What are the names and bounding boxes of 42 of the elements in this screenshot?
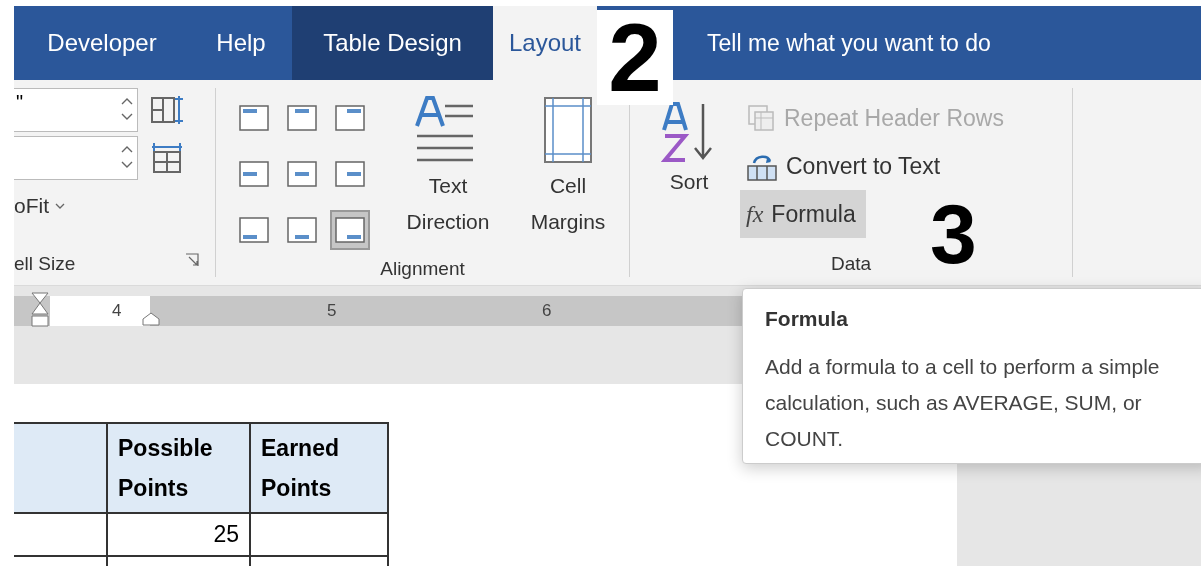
group-label: Alignment xyxy=(379,258,466,280)
ruler-number: 6 xyxy=(542,301,552,321)
align-icon xyxy=(239,105,269,131)
width-field[interactable] xyxy=(14,136,138,180)
table-header-cell: Earned Points xyxy=(250,423,388,513)
ribbon-tab[interactable]: Help xyxy=(190,6,292,80)
align-icon xyxy=(239,217,269,243)
table-header-cell: Possible Points xyxy=(107,423,250,513)
function-icon: fx xyxy=(746,200,764,228)
ruler-number: 5 xyxy=(327,301,337,321)
text-direction-button[interactable]: Text Direction xyxy=(388,88,508,258)
cell-alignment-button[interactable] xyxy=(330,210,370,250)
cell-margins-icon xyxy=(543,96,593,164)
table-cell: 25 xyxy=(107,513,250,556)
align-icon xyxy=(335,161,365,187)
table-icon xyxy=(746,103,776,133)
ribbon-tab[interactable]: Developer xyxy=(14,6,190,80)
tell-me-search[interactable]: Tell me what you want to do xyxy=(707,6,991,80)
ribbon-command[interactable]: Convert to Text xyxy=(740,142,951,190)
ribbon-tab[interactable]: Layout xyxy=(493,6,597,80)
dialog-launcher-icon[interactable] xyxy=(185,253,199,267)
caret-icon xyxy=(55,203,65,209)
ribbon-command[interactable]: fx Formula xyxy=(740,190,866,238)
ruler-number: 4 xyxy=(112,301,122,321)
autofit-menu[interactable]: oFit xyxy=(14,194,49,218)
align-icon xyxy=(335,105,365,131)
align-icon xyxy=(335,217,365,243)
step-number: 2 xyxy=(597,10,673,105)
height-field[interactable]: " xyxy=(14,88,138,132)
align-icon xyxy=(287,217,317,243)
tooltip-text: Add a formula to a cell to perform a simple calculation, such as AVERAGE, SUM, or COUNT. xyxy=(765,354,1161,452)
group-label: ell Size xyxy=(14,253,76,276)
indent-marker-icon[interactable] xyxy=(142,312,160,326)
align-icon xyxy=(287,161,317,187)
distribute-rows-icon[interactable] xyxy=(150,94,184,126)
group-label: Data xyxy=(829,253,873,276)
ribbon-tab[interactable]: Table Design xyxy=(292,6,493,80)
step-number: 3 xyxy=(930,192,977,276)
distribute-columns-icon[interactable] xyxy=(150,142,184,174)
tooltip-title: Formula xyxy=(765,307,849,331)
align-icon xyxy=(287,105,317,131)
align-icon xyxy=(239,161,269,187)
